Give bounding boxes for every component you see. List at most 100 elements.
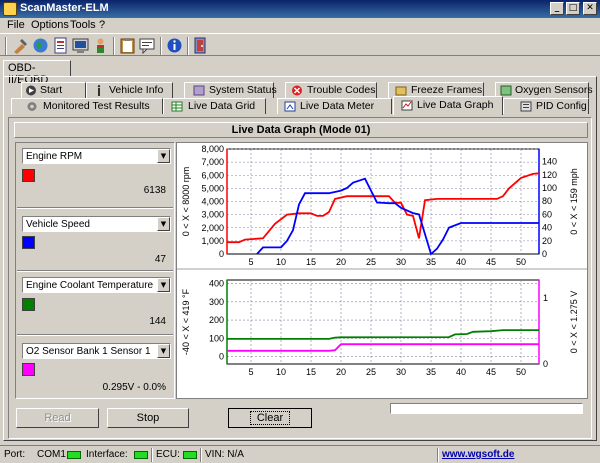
meter-icon xyxy=(284,101,296,112)
info-icon[interactable] xyxy=(166,37,183,54)
title-bar[interactable]: ScanMaster-ELM _ □ ✕ xyxy=(0,0,600,18)
freeze-icon xyxy=(395,86,407,96)
ecu-led xyxy=(183,451,197,459)
tab-live-data-grid-label: Live Data Grid xyxy=(188,100,256,112)
chevron-down-icon[interactable]: ▼ xyxy=(157,149,170,163)
color-swatch-vehicle-speed[interactable] xyxy=(22,236,35,249)
port-value: COM1 xyxy=(37,449,66,460)
y-right-tick-label: 140 xyxy=(542,157,557,167)
tab-pid-config[interactable]: PID Config xyxy=(503,98,589,114)
y-left-tick-label: 0 xyxy=(219,249,224,259)
x-tick-label: 45 xyxy=(486,367,496,377)
monitor-icon[interactable] xyxy=(72,37,89,54)
menu-help[interactable]: ? xyxy=(99,19,105,31)
menu-bar: File Options Tools ? xyxy=(0,18,600,32)
tab-start-label: Start xyxy=(40,84,63,96)
toolbar-grip xyxy=(5,37,7,55)
tab-trouble-codes[interactable]: Trouble Codes xyxy=(285,82,377,98)
close-button[interactable]: ✕ xyxy=(583,2,597,15)
clear-button[interactable]: Clear xyxy=(228,408,312,428)
y-right-tick-label: 60 xyxy=(542,209,552,219)
tab-start[interactable]: Start xyxy=(21,82,86,98)
status-bar: Port: COM1 Interface: ECU: VIN: N/A www.… xyxy=(0,445,600,463)
toolbar-separator xyxy=(187,37,189,55)
tab-obd[interactable]: OBD-II/EOBD xyxy=(3,60,71,86)
y-left-tick-label: 8,000 xyxy=(201,144,224,154)
chat-icon[interactable] xyxy=(139,37,156,54)
color-swatch-coolant-temp[interactable] xyxy=(22,298,35,311)
tab-trouble-codes-label: Trouble Codes xyxy=(307,84,376,96)
color-swatch-o2-sensor[interactable] xyxy=(22,363,35,376)
stop-button[interactable]: Stop xyxy=(107,408,189,428)
minimize-button[interactable]: _ xyxy=(550,2,564,15)
port-led xyxy=(67,451,81,459)
clear-button-label: Clear xyxy=(249,411,291,425)
chart-area: 5 10 15 20 25 30 35 40 45 50 0 1,000 2,000 3,000 4,000… xyxy=(176,142,588,399)
live-data-chart: 5 10 15 20 25 30 35 40 45 5001,0002,0003,0004,000… xyxy=(177,144,587,377)
y-right-tick-label: 0 xyxy=(543,359,548,369)
window-title: ScanMaster-ELM xyxy=(20,2,109,14)
sensor-icon xyxy=(500,85,512,96)
tab-live-data-graph-label: Live Data Graph xyxy=(417,99,494,111)
chevron-down-icon[interactable]: ▼ xyxy=(157,278,170,292)
x-tick-label: 45 xyxy=(486,257,496,267)
pid-select-coolant-temp[interactable]: Engine Coolant Temperature ▼ xyxy=(22,277,171,293)
menu-options[interactable]: Options xyxy=(31,19,69,31)
tab-vehicle-info[interactable]: Vehicle Info xyxy=(86,82,173,98)
y-left-tick-label: 4,000 xyxy=(201,197,224,207)
pid-select-vehicle-speed[interactable]: Vehicle Speed ▼ xyxy=(22,216,171,232)
menu-file[interactable]: File xyxy=(7,19,25,31)
tab-system-status-label: System Status xyxy=(209,84,277,96)
gear-icon xyxy=(27,102,37,111)
person-icon[interactable] xyxy=(92,37,109,54)
report-icon[interactable] xyxy=(52,37,69,54)
chevron-down-icon[interactable]: ▼ xyxy=(157,217,170,231)
y-left-tick-label: 0 xyxy=(219,352,224,362)
tab-oxygen-sensors-label: Oxygen Sensors xyxy=(515,84,593,96)
y-right-tick-label: 120 xyxy=(542,170,557,180)
pid-value-engine-rpm: 6138 xyxy=(143,185,166,196)
tab-live-data-meter[interactable]: Live Data Meter xyxy=(277,98,392,114)
vehicle-info-icon xyxy=(97,85,101,96)
interface-led xyxy=(134,451,148,459)
start-icon xyxy=(26,85,36,96)
y-left-tick-label: 400 xyxy=(209,278,224,288)
vin-label: VIN: N/A xyxy=(205,449,244,460)
pid-select-engine-rpm[interactable]: Engine RPM ▼ xyxy=(22,148,171,164)
clipboard-icon[interactable] xyxy=(119,37,136,54)
pid-value-vehicle-speed: 47 xyxy=(154,254,166,265)
tab-live-data-grid[interactable]: Live Data Grid xyxy=(163,98,266,114)
y-left-tick-label: 100 xyxy=(209,333,224,343)
tab-vehicle-info-label: Vehicle Info xyxy=(109,84,164,96)
graph-icon xyxy=(401,100,413,111)
y-left-tick-label: 7,000 xyxy=(201,157,224,167)
maximize-button[interactable]: □ xyxy=(566,2,580,15)
y-right-tick-label: 20 xyxy=(542,236,552,246)
y-left-tick-label: 6,000 xyxy=(201,170,224,180)
x-tick-label: 25 xyxy=(366,257,376,267)
status-icon xyxy=(193,85,205,96)
x-tick-label: 20 xyxy=(336,257,346,267)
tab-oxygen-sensors[interactable]: Oxygen Sensors xyxy=(495,82,593,98)
pid-value-o2-sensor: 0.295V - 0.0% xyxy=(102,382,166,393)
x-tick-label: 50 xyxy=(516,257,526,267)
tab-freeze-frames-label: Freeze Frames xyxy=(411,84,483,96)
tab-live-data-graph[interactable]: Live Data Graph xyxy=(393,96,503,115)
chevron-down-icon[interactable]: ▼ xyxy=(157,344,170,358)
exit-icon[interactable] xyxy=(192,37,209,54)
pid-select-o2-sensor[interactable]: O2 Sensor Bank 1 Sensor 1 ▼ xyxy=(22,343,171,359)
tab-system-status[interactable]: System Status xyxy=(184,82,277,98)
connect-icon[interactable] xyxy=(12,37,29,54)
y-left-tick-label: 200 xyxy=(209,315,224,325)
y-left-tick-label: 5,000 xyxy=(201,183,224,193)
tab-monitored-test-results[interactable]: Monitored Test Results xyxy=(11,98,163,114)
status-separator xyxy=(200,448,202,462)
right-axis-label: 0 < X < 159 mph xyxy=(569,168,579,235)
globe-icon[interactable] xyxy=(32,37,49,54)
website-link[interactable]: www.wgsoft.de xyxy=(442,449,514,460)
pid-select-value: Engine RPM xyxy=(26,151,83,162)
color-swatch-engine-rpm[interactable] xyxy=(22,169,35,182)
pid-list: Engine RPM ▼ 6138 Vehicle Speed ▼ 47 Engin… xyxy=(15,142,175,399)
read-button[interactable]: Read xyxy=(16,408,99,428)
menu-tools[interactable]: Tools xyxy=(70,19,96,31)
